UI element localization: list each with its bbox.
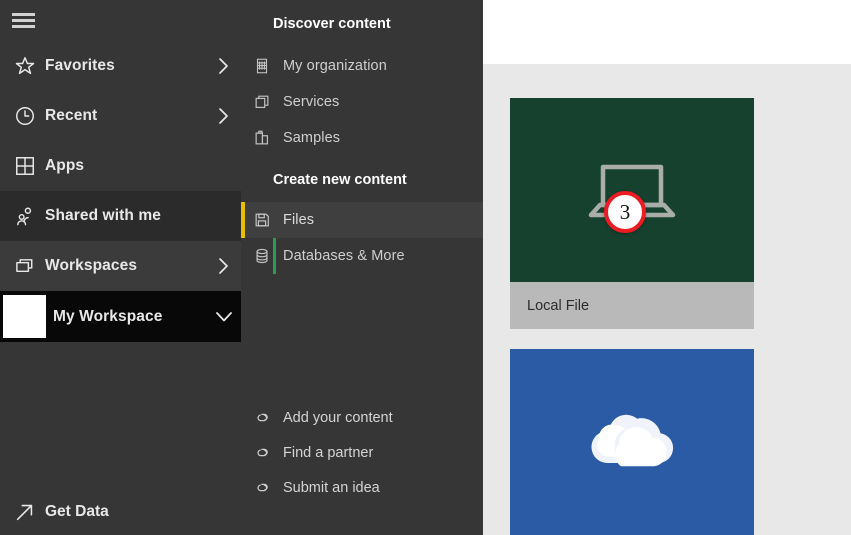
chevron-right-icon	[207, 107, 241, 125]
midpanel-item-label: Samples	[283, 130, 341, 146]
floppy-disk-icon	[241, 211, 283, 229]
link-chain-icon	[241, 445, 283, 460]
midpanel-item-files[interactable]: Files	[241, 202, 483, 238]
chevron-right-icon	[207, 57, 241, 75]
link-label: Submit an idea	[283, 479, 380, 496]
midpanel-item-label: My organization	[283, 58, 387, 74]
sidebar-item-apps[interactable]: Apps	[0, 141, 241, 191]
hamburger-menu-zone	[0, 0, 241, 41]
building-icon	[241, 57, 283, 75]
tile-onedrive[interactable]	[510, 349, 754, 535]
link-submit-an-idea[interactable]: Submit an idea	[241, 470, 483, 505]
laptop-icon	[510, 98, 754, 282]
database-icon	[241, 247, 283, 265]
arrow-up-right-icon	[5, 501, 45, 523]
sidebar-item-label: Shared with me	[45, 207, 161, 224]
sidebar-item-shared-with-me[interactable]: Shared with me	[0, 191, 241, 241]
samples-clipboard-icon	[241, 129, 283, 147]
main-content-area: Local File 3	[483, 0, 851, 535]
link-chain-icon	[241, 410, 283, 425]
sidebar-item-label: Recent	[45, 107, 98, 124]
sidebar-item-label: Workspaces	[45, 257, 138, 274]
midpanel-item-databases-and-more[interactable]: Databases & More	[241, 238, 483, 274]
sidebar-nav-list: Favorites Recent Apps Shared with me Wor…	[0, 41, 241, 342]
midpanel-item-services[interactable]: Services	[241, 84, 483, 120]
get-data-label: Get Data	[45, 502, 109, 520]
chevron-right-icon	[207, 257, 241, 275]
sidebar-item-label: Favorites	[45, 57, 115, 74]
app-root: Favorites Recent Apps Shared with me Wor…	[0, 0, 851, 535]
selected-marker-amber	[241, 202, 245, 238]
link-label: Add your content	[283, 409, 393, 426]
sidebar-get-data-button[interactable]: Get Data	[0, 488, 241, 535]
workspaces-icon	[5, 255, 45, 278]
services-stack-icon	[241, 93, 283, 111]
midpanel-links: Add your content Find a partner Submit a…	[241, 400, 483, 505]
onedrive-cloud-icon	[510, 349, 754, 535]
create-new-content-heading: Create new content	[273, 172, 407, 188]
annotation-badge-3: 3	[604, 191, 646, 233]
sidebar-item-favorites[interactable]: Favorites	[0, 41, 241, 91]
sidebar-item-label: Apps	[45, 157, 85, 174]
link-label: Find a partner	[283, 444, 374, 461]
link-add-your-content[interactable]: Add your content	[241, 400, 483, 435]
midpanel-item-samples[interactable]: Samples	[241, 120, 483, 156]
discover-content-heading: Discover content	[273, 16, 391, 32]
marker-green	[273, 238, 276, 274]
sidebar-item-recent[interactable]: Recent	[0, 91, 241, 141]
tile-footer: Local File	[510, 282, 754, 329]
midpanel-item-label: Services	[283, 94, 340, 110]
link-chain-icon	[241, 480, 283, 495]
link-find-a-partner[interactable]: Find a partner	[241, 435, 483, 470]
midpanel-item-label: Files	[283, 212, 315, 228]
workspace-avatar	[3, 295, 46, 338]
clock-icon	[5, 105, 45, 127]
annotation-number: 3	[619, 199, 631, 224]
shared-user-icon	[5, 205, 45, 228]
tile-label: Local File	[527, 297, 590, 314]
sidebar-item-my-workspace[interactable]: My Workspace	[0, 291, 241, 342]
content-header-bar	[483, 0, 851, 64]
chevron-down-icon[interactable]	[207, 311, 241, 323]
star-icon	[5, 55, 45, 77]
left-sidebar: Favorites Recent Apps Shared with me Wor…	[0, 0, 241, 535]
hamburger-icon[interactable]	[12, 13, 35, 28]
midpanel-item-label: Databases & More	[283, 248, 405, 264]
midpanel-item-my-organization[interactable]: My organization	[241, 48, 483, 84]
apps-grid-icon	[5, 155, 45, 177]
sidebar-item-workspaces[interactable]: Workspaces	[0, 241, 241, 291]
sidebar-item-label: My Workspace	[53, 307, 163, 325]
discover-panel: Discover content My organization Service…	[241, 0, 483, 535]
